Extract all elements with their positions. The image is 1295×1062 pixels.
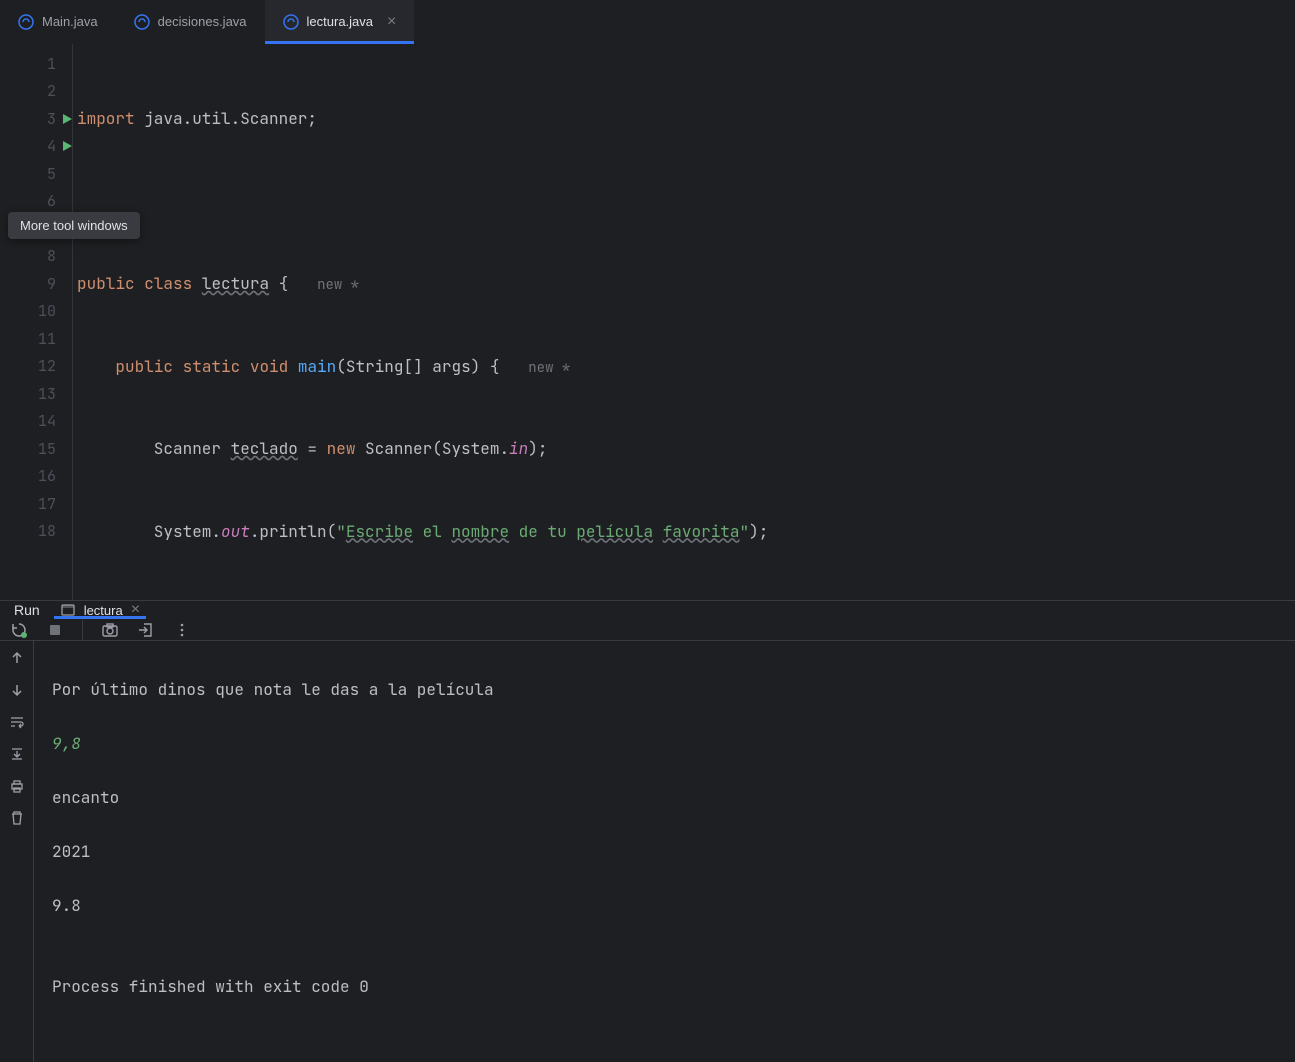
line-number: 1 [0, 50, 72, 78]
console-line: 9,8 [52, 730, 1277, 757]
run-tab-lectura[interactable]: lectura × [54, 601, 146, 619]
line-number: 2 [0, 78, 72, 106]
line-number: 9 [0, 270, 72, 298]
arrow-up-icon[interactable] [8, 649, 26, 667]
tab-label: lectura.java [307, 14, 373, 29]
run-title: Run [14, 602, 40, 618]
gutter: 1 2 3 4 5 6 7 8 9 10 11 12 13 14 15 16 1… [0, 44, 72, 600]
arrow-down-icon[interactable] [8, 681, 26, 699]
console-output[interactable]: Por último dinos que nota le das a la pe… [34, 641, 1295, 1062]
separator [82, 620, 83, 640]
close-icon[interactable]: × [131, 601, 140, 619]
line-number: 8 [0, 243, 72, 271]
trash-icon[interactable] [8, 809, 26, 827]
java-class-icon [134, 14, 150, 30]
console-line: 2021 [52, 838, 1277, 865]
console-line: encanto [52, 784, 1277, 811]
editor-tabs: Main.java decisiones.java lectura.java × [0, 0, 1295, 44]
editor-area: More tool windows 1 2 3 4 5 6 7 8 9 10 1… [0, 44, 1295, 600]
scroll-to-end-icon[interactable] [8, 745, 26, 763]
console-body: Por último dinos que nota le das a la pe… [0, 641, 1295, 1062]
line-number: 16 [0, 463, 72, 491]
line-number: 13 [0, 380, 72, 408]
rerun-icon[interactable] [10, 621, 28, 639]
run-panel: Run lectura × [0, 600, 1295, 896]
line-number: 3 [0, 105, 72, 133]
stop-icon[interactable] [46, 621, 64, 639]
close-icon[interactable]: × [387, 14, 396, 30]
line-number: 17 [0, 490, 72, 518]
code-editor[interactable]: import java.util.Scanner; public class l… [72, 44, 1295, 600]
line-number: 12 [0, 353, 72, 381]
line-number: 10 [0, 298, 72, 326]
console-line: Process finished with exit code 0 [52, 973, 1277, 1000]
line-number: 6 [0, 188, 72, 216]
run-tab-label: lectura [84, 603, 123, 618]
line-number: 18 [0, 518, 72, 546]
tab-main-java[interactable]: Main.java [0, 0, 116, 43]
tab-lectura-java[interactable]: lectura.java × [265, 0, 415, 43]
exit-icon[interactable] [137, 621, 155, 639]
line-number: 11 [0, 325, 72, 353]
more-icon[interactable] [173, 621, 191, 639]
line-number: 4 [0, 133, 72, 161]
line-number: 14 [0, 408, 72, 436]
line-number: 15 [0, 435, 72, 463]
java-class-icon [18, 14, 34, 30]
print-icon[interactable] [8, 777, 26, 795]
soft-wrap-icon[interactable] [8, 713, 26, 731]
tooltip-more-tool-windows: More tool windows [8, 212, 140, 239]
run-config-icon [60, 602, 76, 618]
tab-label: decisiones.java [158, 14, 247, 29]
camera-icon[interactable] [101, 621, 119, 639]
run-toolbar [0, 620, 1295, 641]
console-side-toolbar [0, 641, 34, 1062]
tab-decisiones-java[interactable]: decisiones.java [116, 0, 265, 43]
tab-label: Main.java [42, 14, 98, 29]
line-number: 5 [0, 160, 72, 188]
console-line: Por último dinos que nota le das a la pe… [52, 676, 1277, 703]
run-header: Run lectura × [0, 601, 1295, 620]
console-line: 9.8 [52, 892, 1277, 919]
java-class-icon [283, 14, 299, 30]
